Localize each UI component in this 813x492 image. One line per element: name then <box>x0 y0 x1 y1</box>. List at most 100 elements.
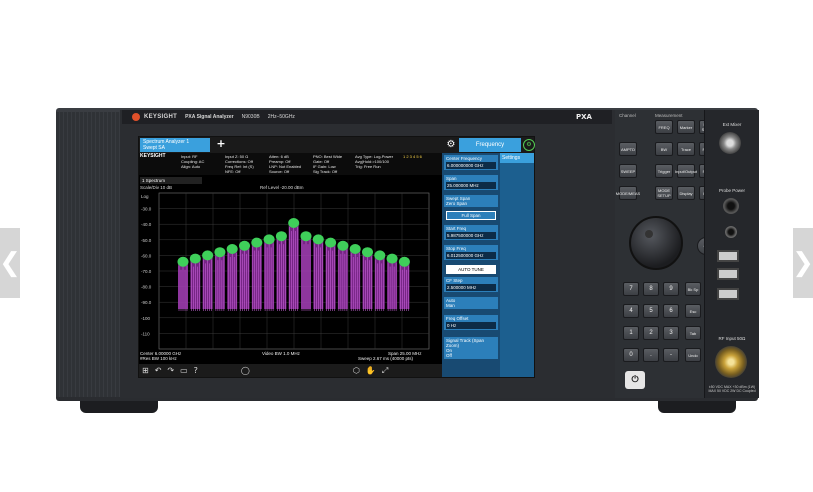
freq-offset-value[interactable]: 0 Hz <box>446 322 496 329</box>
key-input-output[interactable]: Input/Output <box>675 164 697 178</box>
menu-swept-span[interactable]: Swept Span Zero Span <box>444 195 498 207</box>
gear-icon[interactable]: ⚙ <box>445 139 457 151</box>
numpad-key-8[interactable]: 8 <box>643 282 659 296</box>
touch-screen[interactable]: Spectrum Analyzer 1 Swept SA + ⚙ Frequen… <box>138 136 535 378</box>
add-screen-button[interactable]: + <box>215 138 227 150</box>
key-esc[interactable]: Esc <box>685 304 701 318</box>
numpad-key-9[interactable]: 9 <box>663 282 679 296</box>
numpad-key-6[interactable]: 6 <box>663 304 679 318</box>
keysight-logo-icon <box>132 113 140 121</box>
cf-step-label: CF Step <box>446 278 463 283</box>
side-vent-panel <box>56 112 121 397</box>
carousel-next-button[interactable]: ❯ <box>792 228 813 298</box>
full-span-button[interactable]: Full Span <box>446 211 496 220</box>
key-freq[interactable]: FREQ <box>655 120 673 134</box>
redo-icon[interactable]: ↷ <box>167 366 174 375</box>
key-undo[interactable]: Undo <box>685 348 701 362</box>
stop-freq-value[interactable]: 6.012500000 GHz <box>446 252 496 259</box>
numpad-key-2[interactable]: 2 <box>643 326 659 340</box>
carousel-prev-button[interactable]: ❮ <box>0 228 21 298</box>
span-label: Span <box>446 176 457 181</box>
key-amptd[interactable]: AMPTD <box>619 142 637 156</box>
settings-tab[interactable]: Settings <box>500 153 534 377</box>
center-freq-value[interactable]: 6.000000000 GHz <box>446 162 496 169</box>
cf-step-value[interactable]: 2.500000 MHz <box>446 284 496 291</box>
menu-signal-track[interactable]: Signal Track (Span Zoom) On Off <box>444 337 498 359</box>
info-col-pno: PNO: Best Wide Gate: Off IF Gain: Low Sig T… <box>313 154 342 174</box>
marker-icon[interactable]: ⬡ <box>353 366 360 375</box>
bottom-info-bar: Center 6.00000 GHz #Res BW 100 kHz Video… <box>140 351 440 363</box>
numpad-key-3[interactable]: 3 <box>663 326 679 340</box>
key-mode-meas[interactable]: MODE/MEAS <box>616 186 640 200</box>
key-sweep[interactable]: SWEEP <box>619 164 637 178</box>
meas-info-bar[interactable]: KEYSIGHT Input: RF Coupling: AC Align: Aut… <box>139 153 442 175</box>
span-value[interactable]: 25.000000 MHz <box>446 182 496 189</box>
trace-indicator: 1 2 3 4 5 6 <box>403 154 422 159</box>
frequency-menu-button[interactable]: Frequency <box>459 138 521 152</box>
y-tick-label: -110 <box>141 331 150 336</box>
menu-span[interactable]: Span 25.000000 MHz <box>444 175 498 190</box>
cf-step-mode[interactable]: Auto Man <box>444 297 498 309</box>
key-trace[interactable]: Trace <box>677 142 695 156</box>
center-freq-label: Center Frequency <box>446 156 483 161</box>
search-icon[interactable]: ◯ <box>241 366 250 375</box>
key-bk-sp[interactable]: Bk Sp <box>685 282 701 296</box>
numpad-key-dot[interactable]: . <box>643 348 659 362</box>
spectrum-peak <box>226 244 238 254</box>
settings-tab-label: Settings <box>500 153 534 163</box>
info-sig-track: Sig Track: Off <box>313 169 338 174</box>
start-freq-value[interactable]: 5.987500000 GHz <box>446 232 496 239</box>
y-tick-label: -50.0 <box>141 238 152 243</box>
key-mode-setup[interactable]: MODE SETUP <box>655 186 673 200</box>
zero-span-option[interactable]: Zero Span <box>446 201 467 206</box>
key-bw[interactable]: BW <box>655 142 673 156</box>
auto-tune-button[interactable]: AUTO TUNE <box>446 265 496 274</box>
rotary-knob[interactable] <box>629 216 683 270</box>
key-display[interactable]: Display <box>677 186 695 200</box>
spectrum-peak <box>275 231 287 242</box>
signal-track-off[interactable]: Off <box>446 353 452 358</box>
numpad-key-4[interactable]: 4 <box>623 304 639 318</box>
spectrum-peak <box>374 250 386 261</box>
knob-dimple <box>645 230 653 238</box>
y-tick-label: -60.0 <box>141 253 152 258</box>
windows-icon[interactable]: ⊞ <box>142 366 149 375</box>
numpad-key-1[interactable]: 1 <box>623 326 639 340</box>
spectrum-peak <box>263 234 275 245</box>
key-marker[interactable]: Marker <box>677 120 695 134</box>
key-tab[interactable]: Tab <box>685 326 701 340</box>
brand-bar: KEYSIGHT PXA Signal Analyzer N9030B 2Hz–… <box>122 110 612 124</box>
window-icon[interactable]: ▭ <box>180 366 188 375</box>
instrument-chassis: KEYSIGHT PXA Signal Analyzer N9030B 2Hz–… <box>56 108 759 401</box>
numpad-key-7[interactable]: 7 <box>623 282 639 296</box>
start-freq-label: Start Freq <box>446 226 467 231</box>
hand-icon[interactable]: ✋ <box>366 366 376 375</box>
pane-title[interactable]: 1 Spectrum <box>140 177 202 184</box>
measurement-group-title: Measurement <box>655 113 683 118</box>
menu-cf-step[interactable]: CF Step 2.500000 MHz <box>444 277 498 292</box>
spectrum-peak <box>349 244 361 254</box>
menu-start-freq[interactable]: Start Freq 5.987500000 GHz <box>444 225 498 240</box>
expand-icon[interactable]: ⤢ <box>382 366 388 376</box>
man-option[interactable]: Man <box>446 303 455 308</box>
y-axis-labels: Log -30.0 -40.0 -50.0 -60.0 -70.0 -80.0 -90.0 -1… <box>141 194 152 336</box>
key-trigger[interactable]: Trigger <box>655 164 673 178</box>
model-badge: PXA <box>576 113 592 121</box>
numpad-key-0[interactable]: 0 <box>623 348 639 362</box>
numpad-key-minus[interactable]: - <box>663 348 679 362</box>
spectrum-peak <box>214 247 226 258</box>
spectrum-plot[interactable]: Log -30.0 -40.0 -50.0 -60.0 -70.0 -80.0 -90.0 -1… <box>141 192 430 350</box>
menu-stop-freq[interactable]: Stop Freq 6.012500000 GHz <box>444 245 498 260</box>
model-number: N9030B <box>241 114 260 120</box>
undo-icon[interactable]: ↶ <box>155 366 162 375</box>
tab-spectrum-analyzer[interactable]: Spectrum Analyzer 1 Swept SA <box>140 138 210 152</box>
meas-status-icon[interactable]: ⚙ <box>523 139 535 151</box>
menu-freq-offset[interactable]: Freq Offset 0 Hz <box>444 315 498 330</box>
spectrum-peak <box>325 237 337 248</box>
spectrum-peak <box>362 247 373 258</box>
help-icon[interactable]: ? <box>194 366 198 375</box>
menu-center-freq[interactable]: Center Frequency 6.000000000 GHz <box>444 155 498 170</box>
numpad-key-5[interactable]: 5 <box>643 304 659 318</box>
power-button[interactable]: ⏻ <box>625 371 645 389</box>
y-tick-label: -80.0 <box>141 285 152 290</box>
